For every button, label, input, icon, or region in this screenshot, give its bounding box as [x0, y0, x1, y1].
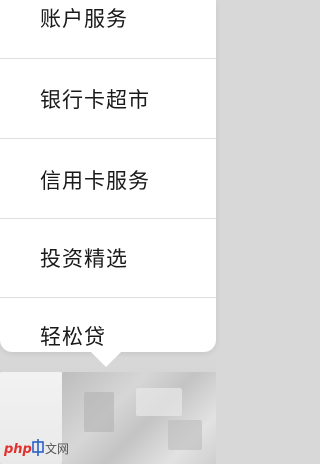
menu-item-investment-picks[interactable]: 投资精选 — [0, 218, 216, 298]
menu-item-label: 银行卡超市 — [40, 88, 150, 112]
php-logo-icon: php 文网 — [3, 439, 69, 457]
background-blur-patch — [168, 420, 202, 450]
menu-divider — [0, 138, 216, 139]
popover-menu: 账户服务 银行卡超市 信用卡服务 投资精选 轻松贷 — [0, 0, 216, 352]
menu-item-account-service[interactable]: 账户服务 — [0, 0, 216, 58]
watermark-logo: php 文网 — [3, 436, 84, 460]
popover-caret — [90, 351, 122, 367]
background-blur-patch — [84, 392, 114, 432]
menu-item-label: 信用卡服务 — [40, 169, 150, 193]
menu-item-bank-card-market[interactable]: 银行卡超市 — [0, 59, 216, 139]
menu-item-label: 投资精选 — [40, 247, 128, 271]
menu-item-label: 轻松贷 — [40, 325, 106, 349]
svg-text:文网: 文网 — [45, 441, 69, 456]
svg-text:php: php — [4, 442, 32, 457]
menu-item-credit-card-service[interactable]: 信用卡服务 — [0, 140, 216, 220]
background-blur-patch — [136, 388, 182, 416]
menu-item-label: 账户服务 — [40, 7, 128, 31]
